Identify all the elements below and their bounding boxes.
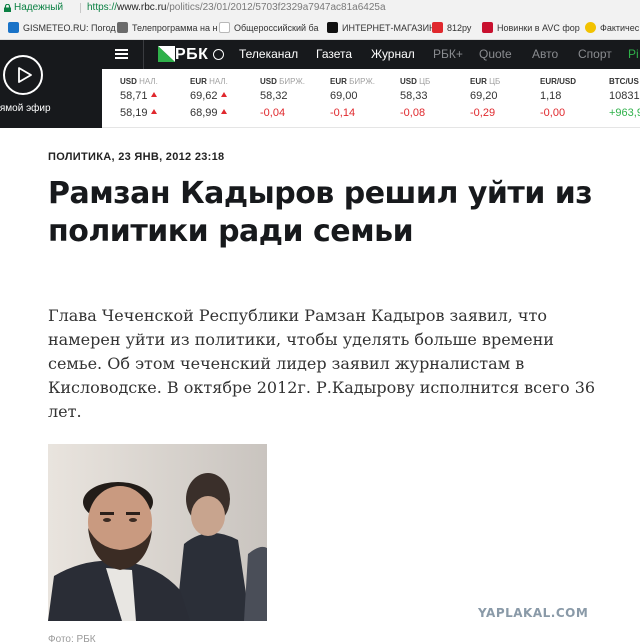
rbc-logo-mark-icon	[158, 46, 175, 62]
rate-value: 69,20	[470, 90, 498, 102]
bookmark-item[interactable]: GISMETEO.RU: Погод	[8, 21, 116, 35]
rate-header: BTC/US	[609, 77, 639, 86]
arrow-up-icon	[150, 92, 157, 97]
bookmark-label: GISMETEO.RU: Погод	[23, 23, 116, 33]
bookmark-label: 812ру	[447, 23, 472, 33]
rate-value: 58,71	[120, 90, 190, 103]
tv-icon	[117, 22, 128, 33]
arrow-up-icon	[220, 109, 227, 114]
watermark: YAPLAKAL.COM	[478, 606, 589, 620]
bookmark-item[interactable]: Общероссийский ба	[219, 21, 318, 35]
rate-eur-cb[interactable]: EUR ЦБ 69,20 -0,29	[470, 77, 540, 120]
address-bar[interactable]: Надежный https://www.rbc.ru/politics/23/…	[0, 0, 640, 16]
rate-value: 69,00	[330, 90, 358, 102]
url-path: /politics/23/01/2012/5703f2329a7947ac81a…	[166, 2, 386, 13]
nav-item[interactable]: Quote	[479, 40, 512, 69]
rate-usd-cb[interactable]: USD ЦБ 58,33 -0,08	[400, 77, 470, 120]
rate-change: -0,08	[400, 107, 426, 119]
secure-label: Надежный	[14, 2, 64, 13]
nav-item[interactable]: Спорт	[578, 40, 612, 69]
article-meta: ПОЛИТИКА, 23 ЯНВ, 2012 23:18	[48, 151, 225, 163]
arrow-up-icon	[220, 92, 227, 97]
rate-header: EUR ЦБ	[470, 77, 501, 86]
avc-icon	[482, 22, 493, 33]
gismeteo-icon	[8, 22, 19, 33]
rate-value: 10831	[609, 90, 640, 102]
nav-item[interactable]: РБК+	[433, 40, 463, 69]
address-divider	[80, 3, 81, 13]
article-title: Рамзан Кадыров решил уйти из политики ра…	[48, 176, 593, 249]
rate-change: +963,9	[609, 107, 640, 119]
rate-eur-usd[interactable]: EUR/USD 1,18 -0,00	[540, 77, 610, 120]
forum-icon	[432, 22, 443, 33]
rate-change: -0,29	[470, 107, 496, 119]
rate-value: 58,19	[120, 107, 190, 120]
rate-value: 1,18	[540, 90, 562, 102]
nav-item[interactable]: Авто	[532, 40, 558, 69]
nav-item[interactable]: Газета	[316, 40, 352, 69]
article-photo	[48, 444, 267, 621]
rate-eur-exchange[interactable]: EUR БИРЖ. 69,00 -0,14	[330, 77, 400, 120]
bookmark-label: Телепрограмма на н	[132, 23, 218, 33]
rate-value: 69,62	[190, 90, 260, 103]
bookmark-label: ИНТЕРНЕТ-МАГАЗИН	[342, 23, 436, 33]
rate-usd-cash[interactable]: USD НАЛ. 58,71 58,19	[120, 77, 190, 120]
photo-caption: Фото: РБК	[48, 634, 96, 643]
article-lead: Глава Чеченской Республики Рамзан Кадыро…	[48, 306, 596, 421]
site-header: прямой эфир РБК Телеканал Газета Журнал …	[0, 40, 640, 128]
nav-divider	[143, 40, 144, 69]
rate-header: EUR НАЛ.	[190, 77, 228, 86]
bookmarks-bar: GISMETEO.RU: Погод Телепрограмма на н Об…	[0, 16, 640, 40]
rate-eur-cash[interactable]: EUR НАЛ. 69,62 68,99	[190, 77, 260, 120]
nav-item[interactable]: Телеканал	[239, 40, 298, 69]
rate-value: 68,99	[190, 107, 260, 120]
bookmark-item[interactable]: 812ру	[432, 21, 471, 35]
globe-icon	[213, 49, 224, 60]
rate-header: USD БИРЖ.	[260, 77, 305, 86]
arrow-up-icon	[150, 109, 157, 114]
bookmark-item[interactable]: ИНТЕРНЕТ-МАГАЗИН	[327, 21, 436, 35]
rate-change: -0,04	[260, 107, 286, 119]
play-icon	[18, 67, 32, 83]
live-broadcast[interactable]: прямой эфир	[0, 40, 102, 128]
bookmark-item[interactable]: Новинки в AVC фор	[482, 21, 580, 35]
url-protocol: https://	[87, 2, 118, 13]
rate-change: -0,14	[330, 107, 356, 119]
bookmark-item[interactable]: Телепрограмма на н	[117, 21, 217, 35]
bookmark-label: Общероссийский ба	[234, 23, 319, 33]
logo-text: РБК	[175, 46, 209, 63]
rate-header: EUR БИРЖ.	[330, 77, 375, 86]
rate-value: 58,32	[260, 90, 288, 102]
rate-header: USD НАЛ.	[120, 77, 158, 86]
currency-rates: USD НАЛ. 58,71 58,19 EUR НАЛ. 69,62 68,9…	[102, 69, 640, 128]
bulb-icon	[585, 22, 596, 33]
nav-item[interactable]: Журнал	[371, 40, 415, 69]
rate-value: 58,33	[400, 90, 428, 102]
bookmark-item[interactable]: Фактичес	[585, 21, 639, 35]
portrait-illustration	[48, 444, 267, 621]
page-icon	[219, 22, 230, 33]
lock-icon	[4, 4, 11, 12]
url-text[interactable]: https://www.rbc.ru/politics/23/01/2012/5…	[87, 0, 386, 16]
live-label: прямой эфир	[0, 103, 51, 114]
rate-change: -0,00	[540, 107, 566, 119]
url-host: www.rbc.ru	[117, 2, 167, 13]
rate-header: EUR/USD	[540, 77, 577, 86]
shop-icon	[327, 22, 338, 33]
rate-usd-exchange[interactable]: USD БИРЖ. 58,32 -0,04	[260, 77, 330, 120]
top-nav: РБК Телеканал Газета Журнал РБК+ Quote А…	[102, 40, 640, 69]
play-button[interactable]	[3, 55, 43, 95]
bookmark-label: Фактичес	[600, 23, 640, 33]
nav-item[interactable]: Pi	[628, 40, 639, 69]
rate-btc-usd[interactable]: BTC/US 10831 +963,9	[609, 77, 640, 120]
bookmark-label: Новинки в AVC фор	[497, 23, 580, 33]
menu-icon[interactable]	[115, 49, 128, 60]
rate-header: USD ЦБ	[400, 77, 431, 86]
